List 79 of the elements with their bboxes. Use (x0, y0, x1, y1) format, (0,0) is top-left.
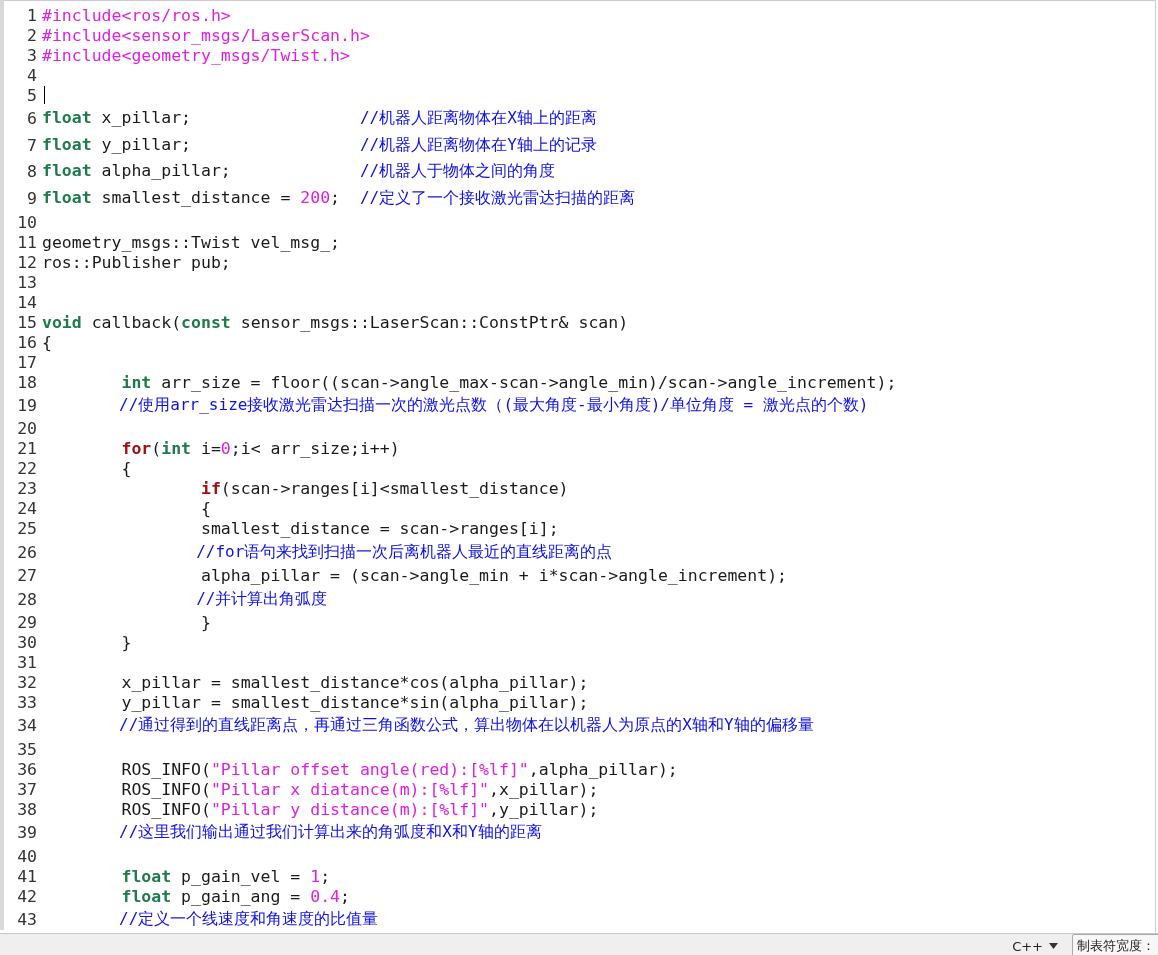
code-line: float x_pillar; //机器人距离物体在X轴上的距离 (42, 107, 597, 129)
line-number: 33 (16, 693, 38, 713)
line-number: 2 (26, 25, 38, 45)
code-line: void callback(const sensor_msgs::LaserScan::ConstPtr& scan) (42, 312, 629, 332)
code-line: #include<sensor_msgs/LaserScan.h> (42, 25, 370, 45)
caret-icon (1049, 943, 1058, 950)
line-number: 23 (16, 479, 38, 499)
code-line: float alpha_pillar; //机器人于物体之间的角度 (42, 161, 556, 183)
line-number: 13 (16, 272, 38, 292)
code-line: if(scan->ranges[i]<smallest_distance) (199, 479, 569, 499)
code-line: geometry_msgs::Twist vel_msg_; (42, 232, 340, 252)
line-number: 41 (16, 866, 38, 886)
code-line: ROS_INFO("Pillar offset angle(red):[%lf]",alpha_pillar); (120, 759, 678, 779)
line-number: 39 (16, 823, 38, 843)
code-line: //这里我们输出通过我们计算出来的角弧度和X和Y轴的距离 (118, 822, 542, 844)
line-number: 17 (16, 352, 38, 372)
code-line: //定义一个线速度和角速度的比值量 (118, 909, 379, 931)
code-line: //并计算出角弧度 (195, 588, 328, 610)
line-number: 11 (16, 232, 38, 252)
line-number: 20 (16, 419, 38, 439)
language-dropdown[interactable]: C++ (1008, 936, 1062, 955)
code-line: ROS_INFO("Pillar x diatance(m):[%lf]",x_pillar); (120, 779, 599, 799)
line-number: 9 (26, 189, 38, 209)
line-number: 22 (16, 459, 38, 479)
line-number: 3 (26, 45, 38, 65)
line-number: 43 (16, 910, 38, 930)
line-number: 14 (16, 292, 38, 312)
line-number: 30 (16, 633, 38, 653)
code-line: //for语句来找到扫描一次后离机器人最近的直线距离的点 (195, 541, 613, 563)
line-number: 37 (16, 779, 38, 799)
code-line: alpha_pillar = (scan->angle_min + i*scan->angle_increment); (199, 566, 788, 586)
code-line: float y_pillar; //机器人距离物体在Y轴上的记录 (42, 134, 597, 156)
line-number: 28 (16, 589, 38, 609)
line-number: 16 (16, 332, 38, 352)
code-line: ROS_INFO("Pillar y distance(m):[%lf]",y_pillar); (120, 799, 599, 819)
code-line: } (120, 633, 132, 653)
line-number: 10 (16, 212, 38, 232)
code-line: #include<geometry_msgs/Twist.h> (42, 45, 350, 65)
line-number: 34 (16, 716, 38, 736)
tab-width-dropdown[interactable]: 制表符宽度： (1072, 934, 1158, 955)
code-line: { (199, 499, 211, 519)
code-line: //通过得到的直线距离点，再通过三角函数公式，算出物体在以机器人为原点的X轴和Y轴的偏移量 (118, 715, 814, 737)
line-number: 25 (16, 519, 38, 539)
code-line: //使用arr_size接收激光雷达扫描一次的激光点数（(最大角度-最小角度)/单位角度 = 激光点的个数) (118, 395, 869, 417)
line-number: 35 (16, 739, 38, 759)
line-number: 12 (16, 252, 38, 272)
code-line: float p_gain_vel = 1; (120, 866, 331, 886)
code-line: float p_gain_ang = 0.4; (120, 886, 350, 906)
code-line: x_pillar = smallest_distance*cos(alpha_pillar); (120, 673, 589, 693)
line-number: 6 (26, 108, 38, 128)
line-number: 38 (16, 799, 38, 819)
code-line: int arr_size = floor((scan->angle_max-scan->angle_min)/scan->angle_increment); (120, 372, 897, 392)
line-number: 36 (16, 759, 38, 779)
line-number: 1 (26, 5, 38, 25)
code-line: #include<ros/ros.h> (42, 5, 231, 25)
line-number: 15 (16, 312, 38, 332)
line-number: 7 (26, 135, 38, 155)
code-line: y_pillar = smallest_distance*sin(alpha_pillar); (120, 693, 589, 713)
code-line: smallest_distance = scan->ranges[i]; (199, 519, 559, 539)
code-line: ros::Publisher pub; (42, 252, 231, 272)
line-number: 27 (16, 566, 38, 586)
code-line: for(int i=0;i< arr_size;i++) (120, 439, 400, 459)
line-number: 19 (16, 396, 38, 416)
code-line: { (42, 332, 52, 352)
line-number: 32 (16, 673, 38, 693)
line-number: 24 (16, 499, 38, 519)
line-number: 4 (26, 65, 38, 85)
line-number: 18 (16, 372, 38, 392)
line-number: 8 (26, 162, 38, 182)
line-number: 21 (16, 439, 38, 459)
code-line: float smallest_distance = 200; //定义了一个接收激光雷达扫描的距离 (42, 188, 636, 210)
line-number: 40 (16, 846, 38, 866)
code-line: } (199, 613, 211, 633)
line-number: 31 (16, 653, 38, 673)
line-number: 26 (16, 542, 38, 562)
line-number: 5 (26, 85, 38, 105)
code-line: { (120, 459, 132, 479)
line-number: 29 (16, 613, 38, 633)
line-number: 42 (16, 886, 38, 906)
